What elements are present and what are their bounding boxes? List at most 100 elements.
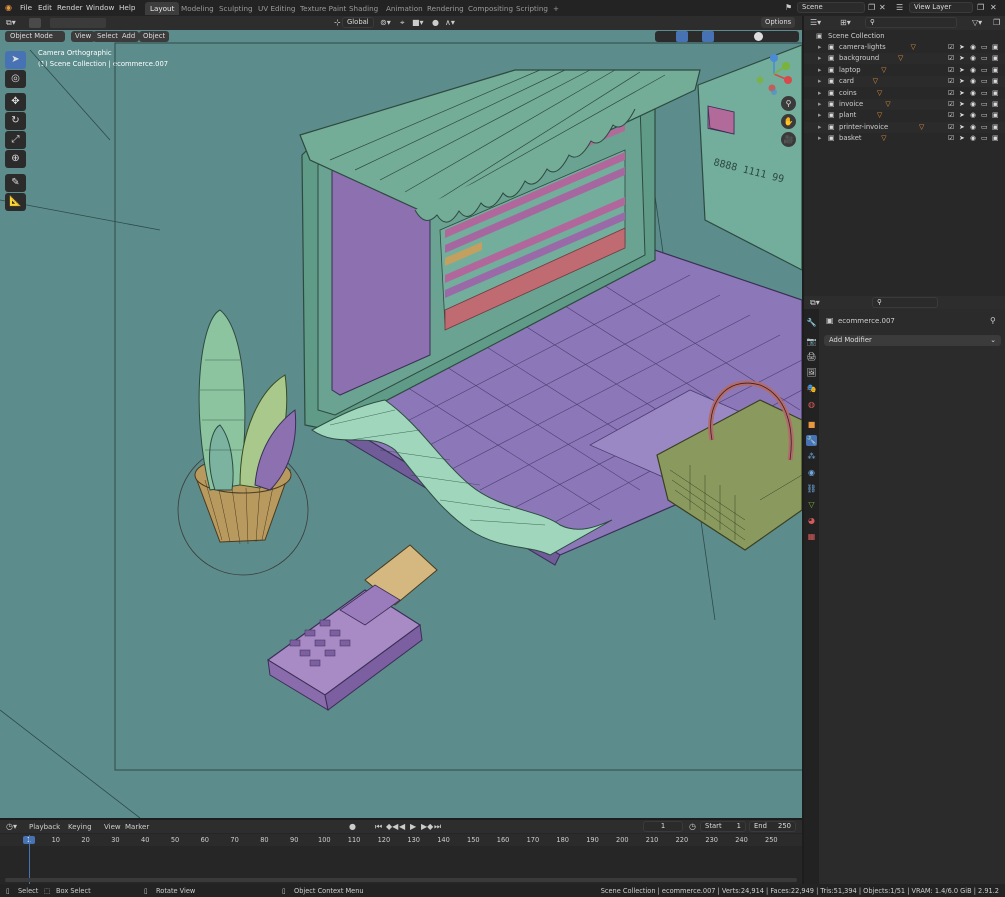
cursor-tool-button[interactable]: ◎ bbox=[5, 70, 26, 88]
eye-icon[interactable]: ◉ bbox=[970, 76, 976, 87]
next-keyframe-icon[interactable]: ▶◆ bbox=[421, 822, 433, 831]
physics-tab-icon[interactable]: ◉ bbox=[806, 467, 817, 478]
play-icon[interactable]: ▶ bbox=[410, 822, 416, 831]
y-axis-icon[interactable] bbox=[782, 62, 790, 70]
tab-animation[interactable]: Animation bbox=[381, 2, 428, 15]
expand-arrow-icon[interactable]: ▸ bbox=[818, 122, 821, 133]
monitor-icon[interactable]: ▭ bbox=[981, 88, 987, 99]
tab-scripting[interactable]: Scripting bbox=[511, 2, 553, 15]
menu-playback[interactable]: Playback bbox=[29, 823, 60, 831]
properties-search-input[interactable]: ⚲ bbox=[872, 297, 938, 308]
exclude-checkbox-icon[interactable]: ☑ bbox=[948, 88, 954, 99]
display-mode-icon[interactable]: ⊞▾ bbox=[840, 18, 851, 27]
constraints-tab-icon[interactable]: ⛓ bbox=[806, 483, 817, 494]
end-frame-input[interactable]: End 250 bbox=[749, 821, 796, 832]
eye-icon[interactable]: ◉ bbox=[970, 122, 976, 133]
render-camera-icon[interactable]: ▣ bbox=[992, 53, 998, 64]
3d-viewport[interactable]: Object Mode View Select Add Object Camer… bbox=[0, 30, 802, 818]
outliner-row-printer-invoice[interactable]: ▸ ▣ printer-invoice ▽ ☑ ➤ ◉ ▭ ▣ bbox=[804, 121, 1005, 133]
new-scene-icon[interactable]: ❐ bbox=[868, 3, 875, 12]
monitor-icon[interactable]: ▭ bbox=[981, 76, 987, 87]
outliner-editor-icon[interactable]: ☰▾ bbox=[810, 18, 821, 27]
tab-compositing[interactable]: Compositing bbox=[463, 2, 518, 15]
world-tab-icon[interactable]: ◍ bbox=[806, 399, 817, 410]
exclude-checkbox-icon[interactable]: ☑ bbox=[948, 53, 954, 64]
outliner-row-laptop[interactable]: ▸ ▣ laptop ▽ ☑ ➤ ◉ ▭ ▣ bbox=[804, 64, 1005, 76]
expand-arrow-icon[interactable]: ▸ bbox=[818, 110, 821, 121]
eye-icon[interactable]: ◉ bbox=[970, 88, 976, 99]
delete-scene-icon[interactable]: ✕ bbox=[879, 3, 886, 12]
data-tab-icon[interactable]: ▽ bbox=[806, 499, 817, 510]
render-camera-icon[interactable]: ▣ bbox=[992, 88, 998, 99]
scale-tool-button[interactable]: ⤢ bbox=[5, 131, 26, 149]
menu-keying[interactable]: Keying bbox=[68, 823, 92, 831]
outliner-row-card[interactable]: ▸ ▣ card ▽ ☑ ➤ ◉ ▭ ▣ bbox=[804, 76, 1005, 88]
eye-icon[interactable]: ◉ bbox=[970, 133, 976, 144]
new-collection-icon[interactable]: ❐ bbox=[993, 18, 1000, 27]
jump-end-icon[interactable]: ⏭ bbox=[434, 822, 441, 832]
select-arrow-icon[interactable]: ➤ bbox=[959, 122, 965, 133]
exclude-checkbox-icon[interactable]: ☑ bbox=[948, 65, 954, 76]
expand-arrow-icon[interactable]: ▸ bbox=[818, 53, 821, 64]
outliner-row-plant[interactable]: ▸ ▣ plant ▽ ☑ ➤ ◉ ▭ ▣ bbox=[804, 110, 1005, 122]
play-reverse-icon[interactable]: ◀ bbox=[399, 822, 405, 831]
outliner-row-invoice[interactable]: ▸ ▣ invoice ▽ ☑ ➤ ◉ ▭ ▣ bbox=[804, 99, 1005, 110]
select-arrow-icon[interactable]: ➤ bbox=[959, 76, 965, 87]
exclude-checkbox-icon[interactable]: ☑ bbox=[948, 133, 954, 144]
outliner-row-scene-collection[interactable]: ▣ Scene Collection bbox=[804, 31, 1005, 42]
monitor-icon[interactable]: ▭ bbox=[981, 133, 987, 144]
render-camera-icon[interactable]: ▣ bbox=[992, 110, 998, 121]
monitor-icon[interactable]: ▭ bbox=[981, 53, 987, 64]
pivot-icon[interactable]: ⊚▾ bbox=[380, 18, 391, 27]
select-arrow-icon[interactable]: ➤ bbox=[959, 133, 965, 144]
tool-tab-icon[interactable]: 🔧 bbox=[806, 317, 817, 328]
expand-arrow-icon[interactable]: ▸ bbox=[818, 65, 821, 76]
record-icon[interactable]: ● bbox=[349, 822, 356, 831]
menu-help[interactable]: Help bbox=[119, 3, 135, 12]
tab-layout[interactable]: Layout bbox=[145, 2, 180, 15]
move-tool-button[interactable]: ✥ bbox=[5, 93, 26, 111]
exclude-checkbox-icon[interactable]: ☑ bbox=[948, 99, 954, 110]
particles-tab-icon[interactable]: ⁂ bbox=[806, 451, 817, 462]
current-frame-input[interactable]: 1 bbox=[643, 821, 683, 832]
menu-marker[interactable]: Marker bbox=[125, 823, 149, 831]
outliner-row-basket[interactable]: ▸ ▣ basket ▽ ☑ ➤ ◉ ▭ ▣ bbox=[804, 133, 1005, 145]
filter-icon[interactable]: ▽▾ bbox=[972, 18, 982, 27]
monitor-icon[interactable]: ▭ bbox=[981, 42, 987, 53]
jump-start-icon[interactable]: ⏮ bbox=[375, 822, 382, 832]
eye-icon[interactable]: ◉ bbox=[970, 99, 976, 110]
pin-icon[interactable]: ⚲ bbox=[990, 316, 996, 325]
snap-icon[interactable]: ⌖ bbox=[400, 18, 405, 28]
z-axis-icon[interactable] bbox=[770, 54, 778, 62]
x-axis-icon[interactable] bbox=[784, 76, 792, 84]
view-layer-selector[interactable]: View Layer bbox=[909, 2, 973, 13]
playhead-line[interactable] bbox=[29, 835, 30, 884]
menu-file[interactable]: File bbox=[20, 3, 32, 12]
view-layer-tab-icon[interactable]: 🖼 bbox=[806, 367, 817, 378]
start-frame-input[interactable]: Start 1 bbox=[700, 821, 746, 832]
object-tab-icon[interactable]: ■ bbox=[806, 419, 817, 430]
select-arrow-icon[interactable]: ➤ bbox=[959, 53, 965, 64]
select-box-icon[interactable] bbox=[29, 18, 41, 28]
expand-arrow-icon[interactable]: ▸ bbox=[818, 42, 821, 53]
eye-icon[interactable]: ◉ bbox=[970, 110, 976, 121]
menu-window[interactable]: Window bbox=[86, 3, 114, 12]
tab-modeling[interactable]: Modeling bbox=[176, 2, 219, 15]
render-camera-icon[interactable]: ▣ bbox=[992, 65, 998, 76]
camera-view-icon[interactable]: 🎥 bbox=[781, 132, 796, 147]
outliner-search-input[interactable]: ⚲ bbox=[865, 17, 957, 28]
monitor-icon[interactable]: ▭ bbox=[981, 65, 987, 76]
navigation-gizmo[interactable] bbox=[752, 52, 796, 96]
proportional-edit-icon[interactable]: ● bbox=[432, 18, 439, 27]
texture-tab-icon[interactable]: ▦ bbox=[806, 531, 817, 542]
expand-arrow-icon[interactable]: ▸ bbox=[818, 88, 821, 99]
eye-icon[interactable]: ◉ bbox=[970, 53, 976, 64]
tab-sculpting[interactable]: Sculpting bbox=[214, 2, 258, 15]
new-view-layer-icon[interactable]: ❐ bbox=[977, 3, 984, 12]
select-arrow-icon[interactable]: ➤ bbox=[959, 42, 965, 53]
scene-selector[interactable]: Scene bbox=[797, 2, 865, 13]
select-arrow-icon[interactable]: ➤ bbox=[959, 110, 965, 121]
menu-timeline-view[interactable]: View bbox=[104, 823, 121, 831]
exclude-checkbox-icon[interactable]: ☑ bbox=[948, 42, 954, 53]
properties-editor-icon[interactable]: ⧉▾ bbox=[810, 298, 820, 308]
